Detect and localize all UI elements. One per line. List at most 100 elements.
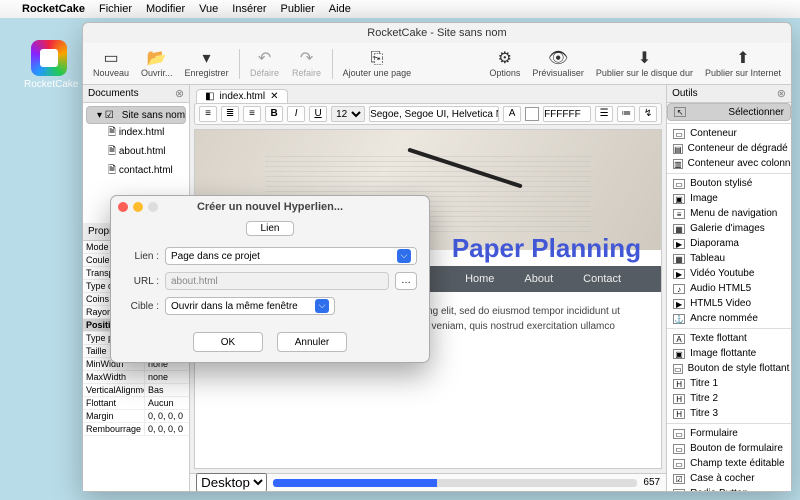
tool-item[interactable]: ▣Image (667, 191, 791, 206)
tool-item[interactable]: ◉Radio Button (667, 486, 791, 491)
add-page-button[interactable]: ⎘Ajouter une page (339, 48, 416, 80)
tool-item[interactable]: ▭Champ texte éditable (667, 456, 791, 471)
image-float-icon: ▣ (673, 349, 685, 359)
close-icon[interactable]: ⊗ (175, 87, 184, 100)
window-close-button[interactable] (118, 202, 128, 212)
target-select[interactable]: Ouvrir dans la même fenêtre⌵ (165, 297, 335, 315)
color-swatch[interactable] (525, 107, 539, 121)
documents-panel-header: Documents⊗ (83, 85, 189, 103)
list-ol-button[interactable]: ≔ (617, 106, 635, 122)
options-button[interactable]: ⚙Options (485, 48, 524, 80)
list-ul-button[interactable]: ☰ (595, 106, 613, 122)
tool-select[interactable]: ↖Sélectionner (667, 103, 791, 121)
tree-file[interactable]: 🗎 contact.html (86, 162, 186, 181)
audio-icon: ♪ (673, 284, 685, 294)
tool-item[interactable]: ▶Vidéo Youtube (667, 266, 791, 281)
slideshow-icon: ▶ (673, 239, 685, 249)
publish-web-button[interactable]: ⬆Publier sur Internet (701, 48, 785, 80)
tool-item[interactable]: HTitre 1 (667, 376, 791, 391)
cursor-icon: ↖ (674, 107, 686, 117)
main-toolbar: ▭Nouveau 📂Ouvrir... ▾Enregistrer ↶Défair… (83, 43, 791, 85)
link-button[interactable]: ↯ (639, 106, 657, 122)
tool-item[interactable]: ▶HTML5 Video (667, 296, 791, 311)
save-icon: ▾ (203, 50, 211, 68)
undo-button[interactable]: ↶Défaire (246, 48, 284, 80)
tool-item[interactable]: ☑Case à cocher (667, 471, 791, 486)
tree-root[interactable]: ▾ ☑ Site sans nom (86, 106, 186, 124)
tool-item[interactable]: ▦Tableau (667, 251, 791, 266)
menu-publish[interactable]: Publier (281, 3, 315, 15)
tool-item[interactable]: ▥Conteneur avec colonnes (667, 156, 791, 171)
h3-icon: H (673, 409, 685, 419)
tool-item[interactable]: ▦Galerie d'images (667, 221, 791, 236)
underline-button[interactable]: U (309, 106, 327, 122)
tool-item[interactable]: HTitre 2 (667, 391, 791, 406)
new-button[interactable]: ▭Nouveau (89, 48, 133, 80)
close-icon[interactable]: ✕ (270, 91, 278, 102)
breakpoint-bar: Desktop 657 (190, 473, 666, 491)
tool-item[interactable]: ▭Bouton de formulaire (667, 441, 791, 456)
tool-item[interactable]: ▭Conteneur (667, 126, 791, 141)
save-button[interactable]: ▾Enregistrer (181, 48, 233, 80)
window-minimize-button[interactable] (133, 202, 143, 212)
close-icon[interactable]: ⊗ (777, 87, 786, 100)
bold-button[interactable]: B (265, 106, 283, 122)
link-label: Lien : (123, 251, 159, 262)
tool-item[interactable]: ▭Bouton de style flottant (667, 361, 791, 376)
undo-icon: ↶ (258, 50, 271, 68)
font-size-select[interactable]: 12 (331, 106, 365, 122)
font-family-input[interactable] (369, 106, 499, 122)
tool-item[interactable]: ATexte flottant (667, 331, 791, 346)
tool-item[interactable]: ⚓Ancre nommée (667, 311, 791, 326)
preview-button[interactable]: 👁Prévisualiser (528, 48, 588, 80)
desktop-app-icon[interactable]: RocketCake (24, 40, 74, 90)
link-type-select[interactable]: Page dans ce projet⌵ (165, 247, 417, 265)
url-input[interactable]: about.html (165, 272, 389, 290)
browse-button[interactable]: … (395, 272, 417, 290)
menu-app[interactable]: RocketCake (22, 3, 85, 15)
menu-view[interactable]: Vue (199, 3, 218, 15)
device-select[interactable]: Desktop (196, 473, 267, 491)
textfield-icon: ▭ (673, 459, 685, 469)
align-right-button[interactable]: ≡ (243, 106, 261, 122)
menu-file[interactable]: Fichier (99, 3, 132, 15)
publish-local-button[interactable]: ⬇Publier sur le disque dur (592, 48, 697, 80)
menu-help[interactable]: Aide (329, 3, 351, 15)
tool-item[interactable]: ▶Diaporama (667, 236, 791, 251)
tool-item[interactable]: HTitre 3 (667, 406, 791, 421)
nav-link[interactable]: Home (465, 273, 494, 285)
tool-item[interactable]: ♪Audio HTML5 (667, 281, 791, 296)
dialog-tab-link[interactable]: Lien (246, 221, 295, 236)
tool-item[interactable]: ▭Formulaire (667, 426, 791, 441)
text-color-button[interactable]: A (503, 106, 521, 122)
format-toolbar: ≡ ≣ ≡ B I U 12 A ☰ ≔ ↯ (194, 103, 662, 125)
tool-item[interactable]: ▤Conteneur de dégradé (667, 141, 791, 156)
video-icon: ▶ (673, 299, 685, 309)
hero-title[interactable]: Paper Planning (452, 233, 641, 264)
width-slider[interactable] (273, 479, 637, 487)
tool-item[interactable]: ▭Bouton stylisé (667, 176, 791, 191)
tree-file[interactable]: 🗎 about.html (86, 143, 186, 162)
ok-button[interactable]: OK (193, 332, 263, 352)
editor-tab[interactable]: ◧index.html✕ (196, 89, 287, 103)
align-left-button[interactable]: ≡ (199, 106, 217, 122)
italic-button[interactable]: I (287, 106, 305, 122)
tool-item[interactable]: ▣Image flottante (667, 346, 791, 361)
text-icon: A (673, 334, 685, 344)
align-center-button[interactable]: ≣ (221, 106, 239, 122)
color-hex-input[interactable] (543, 106, 591, 122)
tool-item[interactable]: ≡Menu de navigation (667, 206, 791, 221)
window-zoom-button[interactable] (148, 202, 158, 212)
tree-file[interactable]: 🗎 index.html (86, 124, 186, 143)
menu-edit[interactable]: Modifier (146, 3, 185, 15)
system-menubar: RocketCake Fichier Modifier Vue Insérer … (0, 0, 800, 18)
redo-button[interactable]: ↷Refaire (288, 48, 326, 80)
anchor-icon: ⚓ (673, 314, 685, 324)
cancel-button[interactable]: Annuler (277, 332, 347, 352)
menu-insert[interactable]: Insérer (232, 3, 266, 15)
nav-link[interactable]: About (524, 273, 553, 285)
dialog-title: Créer un nouvel Hyperlien... (111, 201, 429, 213)
nav-link[interactable]: Contact (583, 273, 621, 285)
file-icon: ▭ (103, 50, 118, 68)
open-button[interactable]: 📂Ouvrir... (137, 48, 177, 80)
